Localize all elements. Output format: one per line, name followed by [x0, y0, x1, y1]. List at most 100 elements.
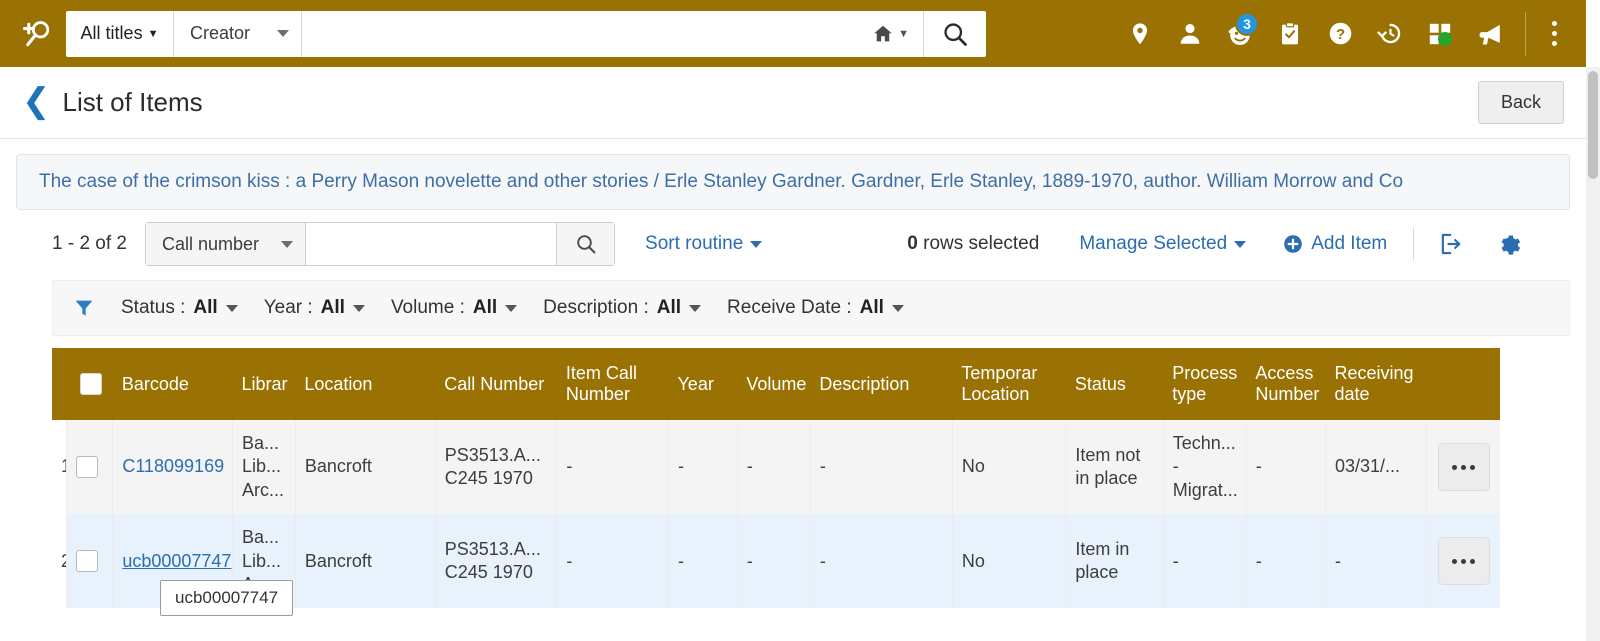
filter-year-label: Year :	[263, 297, 313, 318]
chevron-left-icon[interactable]: ❮	[16, 84, 63, 122]
cell-description: -	[810, 420, 953, 515]
column-header-description[interactable]: Description	[810, 348, 953, 420]
cell-year: -	[668, 420, 738, 515]
rows-selected-count: 0	[907, 233, 918, 254]
cell-actions	[1426, 420, 1500, 515]
cell-process-type: Techn... - Migrat...	[1163, 420, 1247, 515]
items-search-scope-dropdown[interactable]: Call number	[146, 223, 307, 265]
call-number-line: PS3513.A...	[444, 538, 541, 559]
column-header-location[interactable]: Location	[295, 348, 436, 420]
history-clock-icon[interactable]	[1365, 8, 1415, 60]
cell-barcode: C118099169	[112, 420, 233, 515]
process-type-line: -	[1172, 550, 1179, 571]
back-button[interactable]: Back	[1477, 81, 1564, 124]
search-field-dropdown[interactable]: Creator	[174, 10, 302, 57]
items-search-button[interactable]	[556, 223, 615, 265]
page-scrollbar[interactable]	[1586, 67, 1600, 641]
column-header-volume[interactable]: Volume	[737, 348, 811, 420]
apps-grid-icon[interactable]	[1415, 8, 1465, 60]
chevron-down-icon	[891, 304, 904, 312]
result-count-label: 1 - 2 of 2	[52, 233, 127, 254]
items-search-bar: Call number	[145, 222, 616, 266]
global-search-bar: All titles ▼ Creator ▼	[66, 10, 986, 57]
user-icon[interactable]	[1165, 8, 1215, 60]
plus-circle-icon	[1284, 235, 1303, 253]
column-header-receiving-date[interactable]: Receiving date	[1325, 348, 1427, 420]
search-scope-dropdown[interactable]: All titles ▼	[66, 10, 174, 57]
search-submit-button[interactable]	[924, 11, 986, 57]
filter-receive-date[interactable]: Receive Date : All	[727, 297, 904, 319]
chevron-down-icon	[750, 240, 763, 248]
row-number: 1	[52, 420, 67, 515]
cell-year: -	[668, 514, 738, 609]
call-number-line: C245 1970	[444, 468, 533, 489]
record-title-banner[interactable]: The case of the crimson kiss : a Perry M…	[16, 154, 1570, 210]
items-search-input[interactable]	[306, 223, 557, 265]
chevron-down-icon: ▼	[147, 27, 159, 40]
select-all-checkbox[interactable]	[80, 373, 103, 395]
chevron-down-icon	[225, 304, 238, 312]
process-type-line: -	[1172, 456, 1179, 477]
column-header-access-number[interactable]: Access Number	[1246, 348, 1326, 420]
row-actions-button[interactable]	[1437, 443, 1490, 492]
megaphone-icon[interactable]	[1465, 8, 1515, 60]
add-item-button[interactable]: Add Item	[1282, 233, 1387, 255]
column-header-status[interactable]: Status	[1065, 348, 1164, 420]
more-vertical-icon[interactable]	[1532, 8, 1576, 60]
row-checkbox[interactable]	[75, 550, 98, 573]
filter-year[interactable]: Year : All	[264, 297, 365, 319]
items-table: Barcode Librar Location Call Number Item…	[52, 348, 1500, 609]
search-home-dropdown[interactable]: ▼	[858, 10, 924, 57]
persistent-search-icon[interactable]	[14, 17, 60, 51]
row-checkbox[interactable]	[75, 456, 98, 479]
column-header-temporary-location[interactable]: Temporar Location	[952, 348, 1066, 420]
barcode-link[interactable]: ucb00007747	[122, 551, 231, 571]
search-scope-label: All titles	[80, 23, 143, 43]
column-header-barcode[interactable]: Barcode	[112, 348, 233, 420]
location-pin-icon[interactable]	[1115, 8, 1165, 60]
global-search-input[interactable]	[302, 10, 859, 57]
filter-volume[interactable]: Volume : All	[391, 297, 518, 319]
rows-selected-suffix: rows selected	[917, 233, 1040, 254]
search-icon	[944, 22, 967, 46]
funnel-icon[interactable]	[73, 297, 95, 319]
cell-process-type: -	[1163, 514, 1247, 609]
table-row[interactable]: 1 C118099169 Ba... Lib... Arc... Bancrof…	[52, 420, 1500, 515]
call-number-line: C245 1970	[444, 562, 533, 583]
manage-selected-dropdown[interactable]: Manage Selected	[1079, 233, 1247, 255]
filter-description-label: Description :	[543, 297, 649, 318]
patron-face-icon[interactable]: 3	[1215, 8, 1265, 60]
column-header-year[interactable]: Year	[668, 348, 738, 420]
status-line: in place	[1075, 468, 1138, 489]
cell-access-number: -	[1246, 420, 1326, 515]
cell-item-call-number: -	[556, 514, 669, 609]
scrollbar-thumb[interactable]	[1588, 71, 1598, 179]
cell-item-call-number: -	[556, 420, 669, 515]
cell-location: Bancroft	[295, 514, 436, 609]
column-header-item-call-number[interactable]: Item Call Number	[556, 348, 669, 420]
clipboard-check-icon[interactable]	[1265, 8, 1315, 60]
table-settings-button[interactable]	[1486, 224, 1530, 264]
barcode-link[interactable]: C118099169	[122, 456, 224, 476]
cell-description: -	[810, 514, 953, 609]
column-header-process-type[interactable]: Process type	[1163, 348, 1247, 420]
cell-actions	[1426, 514, 1500, 609]
filter-status[interactable]: Status : All	[121, 297, 238, 319]
cell-temporary-location: No	[952, 420, 1067, 515]
filter-description[interactable]: Description : All	[543, 297, 702, 319]
export-button[interactable]	[1428, 224, 1472, 264]
cell-receiving-date: 03/31/...	[1325, 420, 1428, 515]
row-actions-button[interactable]	[1437, 537, 1490, 586]
column-header-library[interactable]: Librar	[232, 348, 296, 420]
toolbar-divider	[1413, 227, 1415, 261]
library-line: Lib...	[241, 456, 281, 477]
library-line: Ba...	[241, 527, 279, 548]
column-header-call-number[interactable]: Call Number	[435, 348, 557, 420]
help-question-icon[interactable]: ?	[1315, 8, 1365, 60]
sort-routine-dropdown[interactable]: Sort routine	[645, 233, 763, 255]
table-header-row: Barcode Librar Location Call Number Item…	[52, 348, 1500, 420]
process-type-line: Migrat...	[1172, 479, 1238, 500]
items-toolbar: 1 - 2 of 2 Call number Sort routine 0 ro…	[0, 210, 1586, 276]
patron-notification-badge: 3	[1235, 11, 1259, 36]
select-all-header	[66, 348, 113, 420]
